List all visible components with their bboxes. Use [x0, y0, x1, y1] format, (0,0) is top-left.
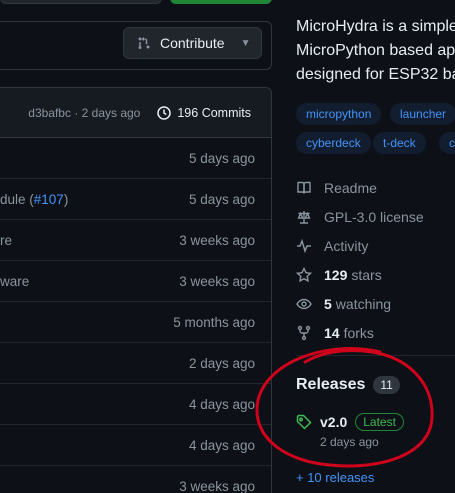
- history-icon: [157, 105, 172, 120]
- releases-title: Releases: [296, 376, 366, 393]
- book-icon: [297, 181, 311, 194]
- file-age: 3 weeks ago: [179, 478, 255, 493]
- file-age: 2 days ago: [188, 355, 255, 371]
- topic-tag[interactable]: c: [439, 132, 455, 154]
- topic-tag[interactable]: cyberdeck: [296, 132, 371, 154]
- file-row[interactable]: ware 3 weeks ago: [0, 261, 271, 302]
- contribute-label: Contribute: [160, 35, 225, 51]
- file-age: 4 days ago: [188, 437, 255, 453]
- topic-tag[interactable]: t-deck: [373, 132, 426, 154]
- file-row[interactable]: 5 months ago: [0, 302, 271, 343]
- about-sidebar: MicroHydra is a simple MicroPython based…: [272, 0, 455, 493]
- file-age: 3 weeks ago: [179, 232, 255, 248]
- activity-link[interactable]: Activity: [296, 231, 455, 260]
- top-toolbar-button[interactable]: [0, 0, 162, 4]
- topic-tag[interactable]: launcher: [390, 103, 455, 125]
- release-version[interactable]: v2.0: [320, 414, 347, 430]
- file-age: 5 days ago: [188, 150, 255, 166]
- file-age: 3 weeks ago: [179, 273, 255, 289]
- forks-link[interactable]: 14 forks: [296, 318, 455, 347]
- file-row[interactable]: 2 days ago: [0, 343, 271, 384]
- file-commit-message[interactable]: ware: [0, 274, 29, 289]
- watching-link[interactable]: 5 watching: [296, 289, 455, 318]
- file-commit-message[interactable]: dule (#107): [0, 192, 68, 207]
- section-divider: [296, 355, 455, 356]
- chevron-down-icon: ▼: [240, 37, 251, 49]
- pulse-icon: [297, 238, 311, 253]
- commits-count: 196 Commits: [177, 105, 251, 120]
- file-row[interactable]: 5 days ago: [0, 138, 271, 179]
- stars-link[interactable]: 129 stars: [296, 260, 455, 289]
- file-row[interactable]: 3 weeks ago: [0, 466, 271, 493]
- file-commit-message[interactable]: re: [0, 233, 12, 248]
- latest-commit-bar: d3bafbc · 2 days ago 196 Commits: [0, 88, 271, 138]
- topic-tag[interactable]: micropython: [296, 103, 382, 125]
- commits-link[interactable]: 196 Commits: [156, 105, 251, 121]
- repo-description: MicroHydra is a simple MicroPython based…: [296, 18, 455, 83]
- file-age: 5 months ago: [173, 314, 255, 330]
- releases-heading[interactable]: Releases 11: [296, 376, 400, 394]
- code-button[interactable]: [170, 0, 272, 4]
- license-link[interactable]: GPL-3.0 license: [296, 202, 455, 231]
- file-row[interactable]: 4 days ago: [0, 425, 271, 466]
- file-row[interactable]: dule (#107) 5 days ago: [0, 179, 271, 220]
- contribute-button[interactable]: Contribute ▼: [123, 27, 262, 59]
- repo-main-column: Contribute ▼ d3bafbc · 2 days ago 196 Co…: [0, 0, 272, 493]
- releases-count-badge: 11: [373, 376, 400, 394]
- file-row[interactable]: 4 days ago: [0, 384, 271, 425]
- scale-icon: [297, 210, 311, 224]
- issue-link[interactable]: #107: [34, 192, 64, 207]
- file-age: 4 days ago: [188, 396, 255, 412]
- latest-release[interactable]: v2.0 Latest 2 days ago: [296, 413, 404, 449]
- star-icon: [296, 266, 312, 282]
- latest-commit-info[interactable]: d3bafbc · 2 days ago: [28, 106, 140, 120]
- repo-meta-list: Readme GPL-3.0 license Activity 129 stars…: [296, 173, 455, 347]
- readme-link[interactable]: Readme: [296, 173, 455, 202]
- pull-request-icon: [138, 37, 150, 49]
- tag-icon: [296, 414, 312, 430]
- latest-badge: Latest: [355, 413, 404, 431]
- file-table: d3bafbc · 2 days ago 196 Commits 5 days …: [0, 87, 272, 493]
- file-age: 5 days ago: [188, 191, 255, 207]
- fork-icon: [297, 325, 311, 340]
- release-date: 2 days ago: [320, 435, 379, 449]
- more-releases-link[interactable]: + 10 releases: [296, 470, 374, 485]
- file-row[interactable]: re 3 weeks ago: [0, 220, 271, 261]
- eye-icon: [296, 298, 312, 309]
